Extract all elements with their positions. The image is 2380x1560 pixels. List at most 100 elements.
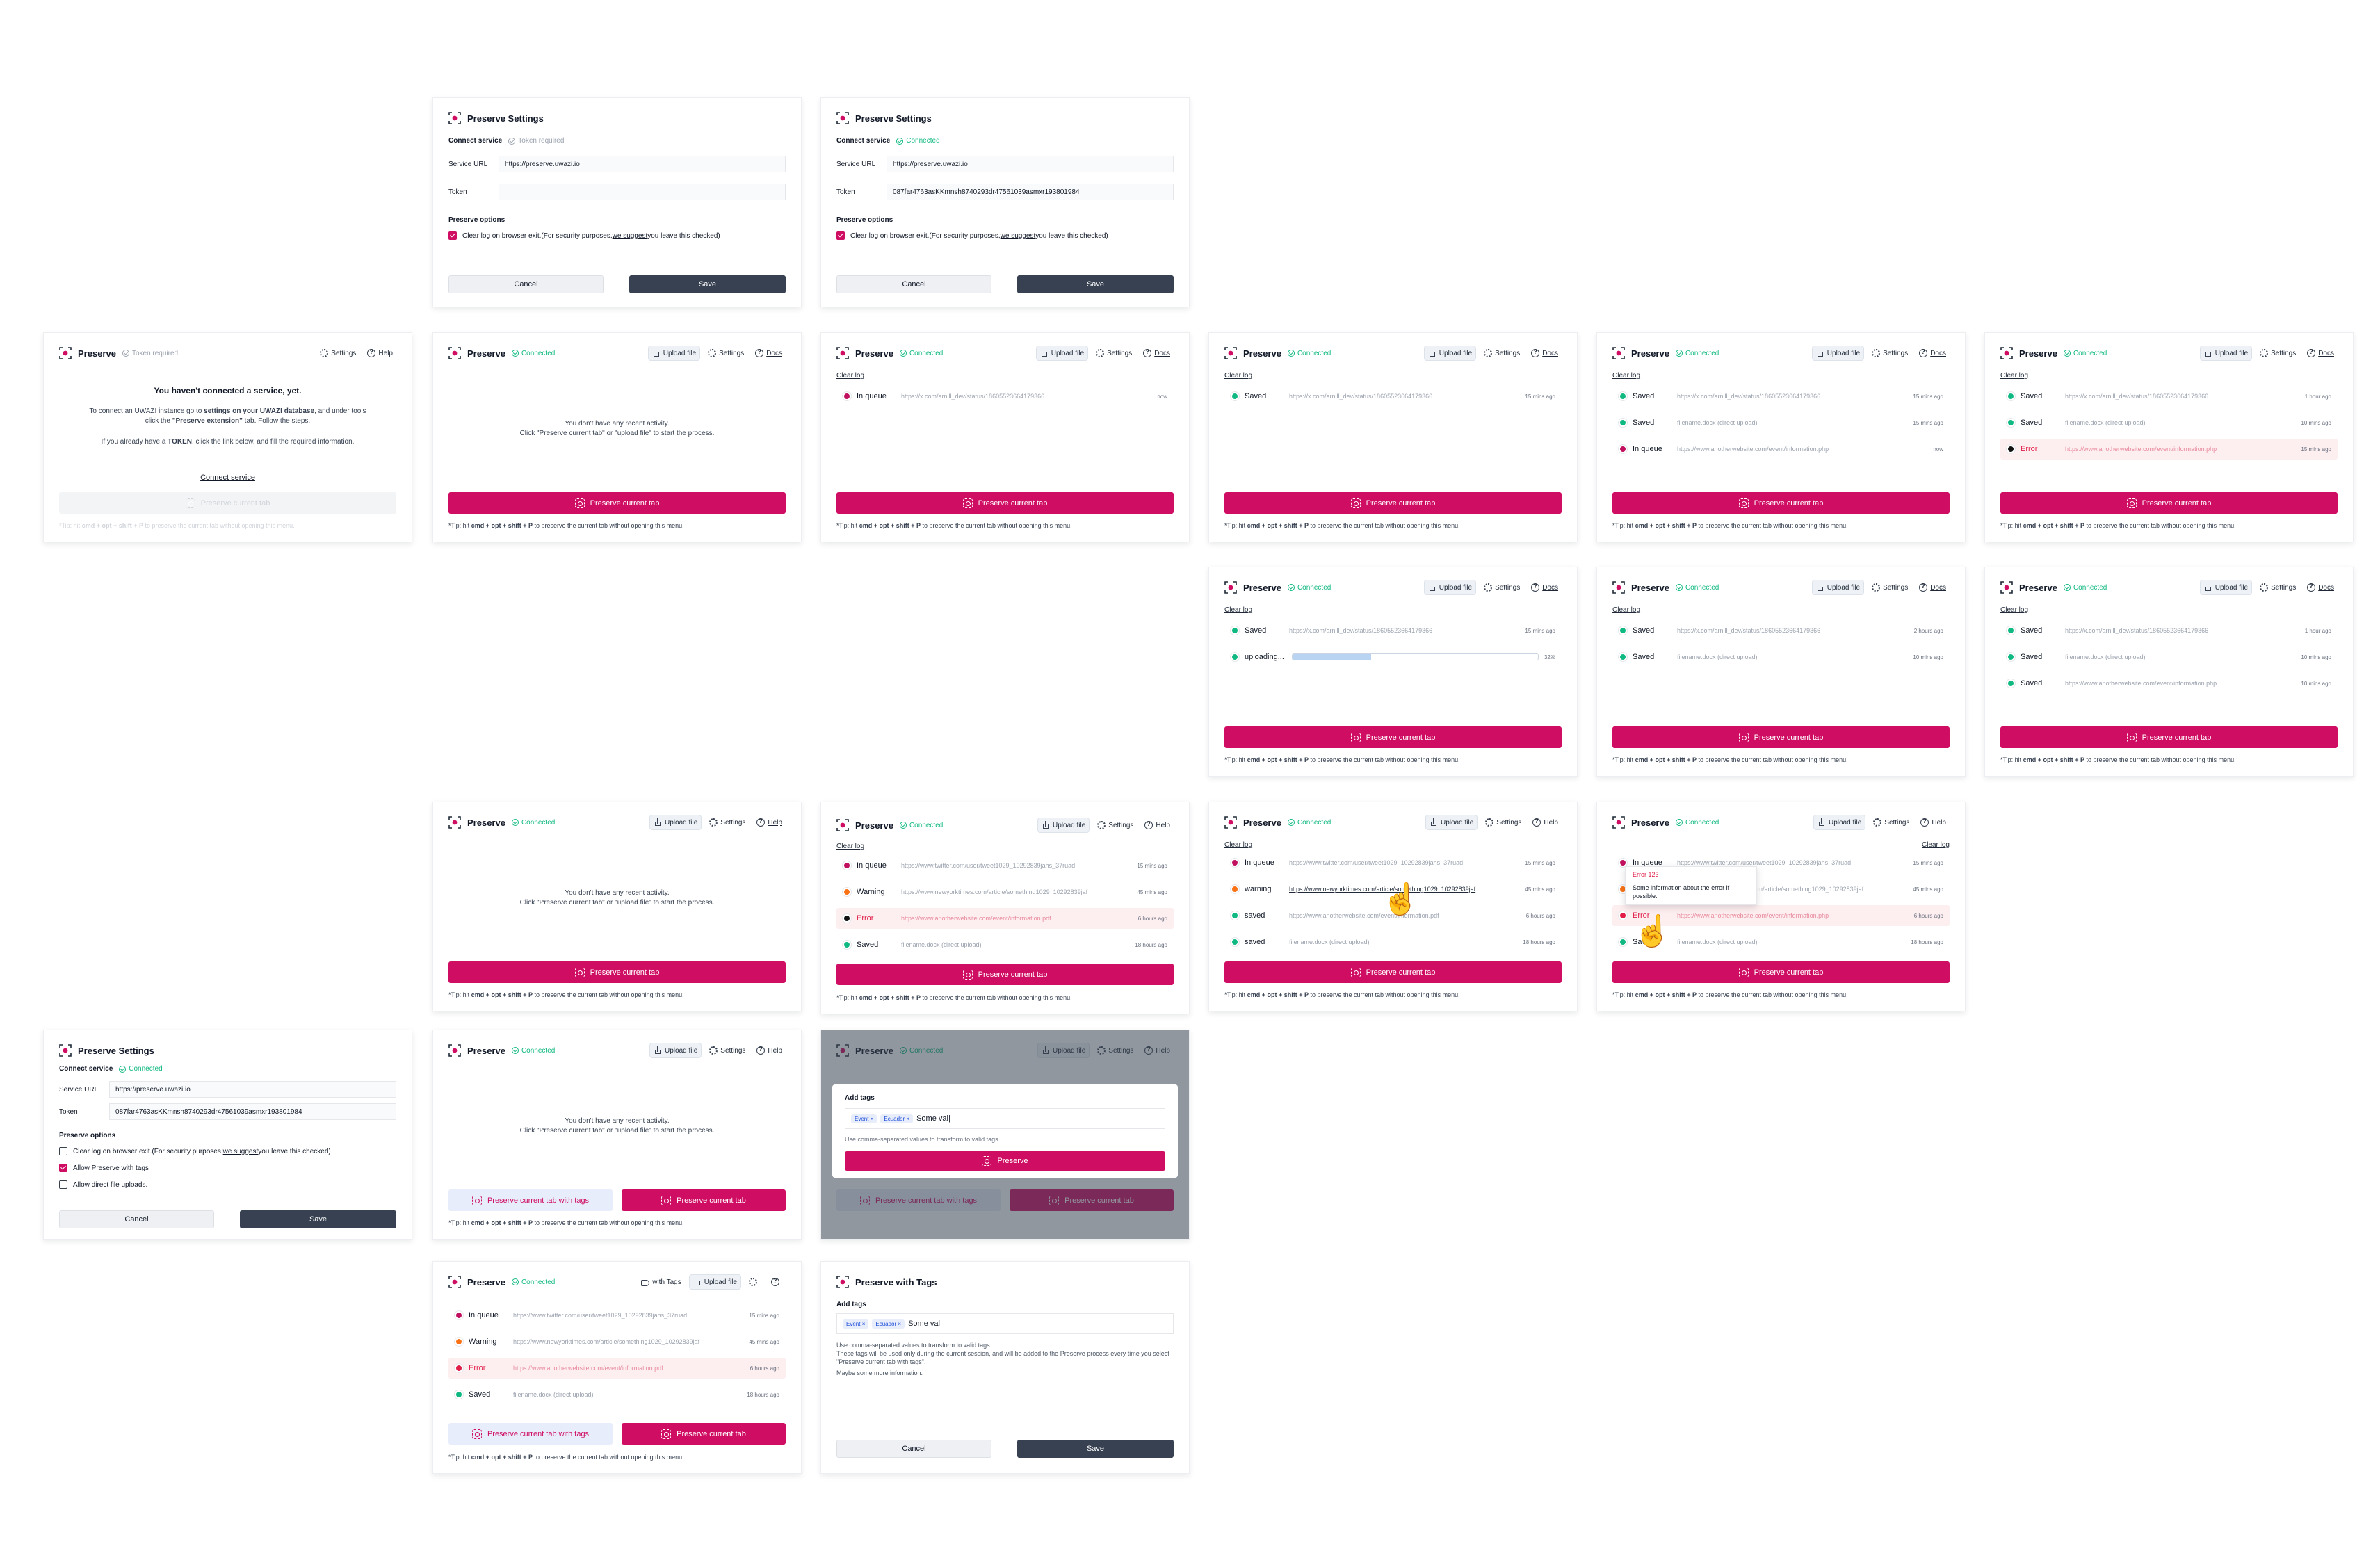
docs-button[interactable]: Docs [1528, 580, 1562, 594]
clear-log-option[interactable]: Clear log on browser exit. (For security… [448, 231, 720, 240]
checkbox[interactable] [59, 1164, 67, 1172]
settings-button[interactable]: Settings [1480, 580, 1523, 594]
token-input[interactable] [499, 184, 786, 200]
clear-log-link[interactable]: Clear log [1224, 841, 1252, 849]
upload-file-button[interactable]: Upload file [649, 1043, 702, 1058]
tags-input[interactable]: Event × Ecuador × Some val | [845, 1108, 1165, 1129]
settings-button[interactable]: Settings [2256, 580, 2299, 594]
tags-input[interactable]: Event × Ecuador × Some val | [836, 1313, 1174, 1334]
preserve-current-tab-button[interactable]: Preserve current tab [1224, 961, 1562, 983]
upload-file-button[interactable]: Upload file [2199, 346, 2253, 361]
help-button[interactable]: Help [1529, 815, 1562, 829]
preserve-current-tab-button[interactable]: Preserve current tab [1612, 492, 1950, 514]
save-button[interactable]: Save [629, 275, 786, 293]
docs-button[interactable]: Docs [1528, 346, 1562, 360]
upload-file-button[interactable]: Upload file [647, 346, 701, 361]
settings-button[interactable]: Settings [316, 346, 359, 360]
save-button[interactable]: Save [1017, 275, 1174, 293]
help-button[interactable]: Help [364, 346, 396, 360]
upload-file-button[interactable]: Upload file [1813, 815, 1866, 830]
clear-log-link[interactable]: Clear log [836, 372, 864, 380]
connect-service-link[interactable]: Connect service [44, 473, 412, 482]
clear-log-link[interactable]: Clear log [1224, 372, 1252, 380]
service-url-input[interactable]: https://preserve.uwazi.io [887, 156, 1174, 172]
settings-button[interactable]: Settings [1094, 818, 1137, 832]
allow-upload-option[interactable]: Allow direct file uploads. [59, 1180, 147, 1189]
log-row-error[interactable]: Error https://www.anotherwebsite.com/even… [836, 908, 1174, 929]
cancel-button[interactable]: Cancel [59, 1210, 214, 1228]
clear-log-option[interactable]: Clear log on browser exit. (For security… [836, 231, 1108, 240]
tag-chip[interactable]: Ecuador × [872, 1319, 905, 1329]
upload-file-button[interactable]: Upload file [1425, 815, 1478, 830]
cancel-button[interactable]: Cancel [836, 275, 991, 293]
help-button[interactable]: Help [1141, 818, 1174, 832]
settings-button[interactable] [745, 1275, 763, 1289]
checkbox[interactable] [836, 231, 845, 240]
upload-file-button[interactable]: Upload file [2199, 580, 2253, 595]
token-input[interactable]: 087far4763asKKmnsh8740293dr47561039asmxr… [887, 184, 1174, 200]
preserve-with-tags-button[interactable]: Preserve current tab with tags [448, 1189, 613, 1211]
clear-log-link[interactable]: Clear log [836, 843, 864, 850]
checkbox[interactable] [59, 1180, 67, 1189]
upload-file-button[interactable]: Upload file [1811, 346, 1865, 361]
checkbox[interactable] [59, 1147, 67, 1155]
service-url-input[interactable]: https://preserve.uwazi.io [109, 1081, 396, 1098]
upload-file-button[interactable]: Upload file [1035, 346, 1089, 361]
preserve-current-tab-button[interactable]: Preserve current tab [622, 1423, 786, 1445]
service-url-input[interactable]: https://preserve.uwazi.io [499, 156, 786, 172]
settings-button[interactable]: Settings [1092, 346, 1135, 360]
suggest-link[interactable]: we suggest [223, 1148, 259, 1155]
preserve-current-tab-button[interactable]: Preserve current tab [622, 1189, 786, 1211]
suggest-link[interactable]: we suggest [1001, 232, 1036, 240]
token-input[interactable]: 087far4763asKKmnsh8740293dr47561039asmxr… [109, 1103, 396, 1120]
tag-chip[interactable]: Event × [851, 1114, 877, 1123]
docs-button[interactable]: Docs [1916, 580, 1950, 594]
allow-tags-option[interactable]: Allow Preserve with tags [59, 1164, 149, 1172]
cancel-button[interactable]: Cancel [448, 275, 604, 293]
preserve-current-tab-button[interactable]: Preserve current tab [448, 961, 786, 983]
preserve-current-tab-button[interactable]: Preserve current tab [2000, 492, 2338, 514]
clear-log-link[interactable]: Clear log [1612, 372, 1640, 380]
preserve-current-tab-button[interactable]: Preserve current tab [1612, 961, 1950, 983]
settings-button[interactable]: Settings [704, 346, 747, 360]
upload-file-button[interactable]: Upload file [1037, 818, 1090, 833]
docs-button[interactable]: Docs [1916, 346, 1950, 360]
preserve-current-tab-button[interactable]: Preserve current tab [448, 492, 786, 514]
settings-button[interactable]: Settings [1482, 815, 1525, 829]
docs-button[interactable]: Docs [752, 346, 786, 360]
clear-log-link[interactable]: Clear log [1922, 841, 1950, 849]
help-button[interactable]: Help [1917, 815, 1950, 829]
log-row-error[interactable]: Error https://www.anotherwebsite.com/even… [2000, 439, 2338, 460]
checkbox[interactable] [448, 231, 457, 240]
cancel-button[interactable]: Cancel [836, 1440, 991, 1458]
suggest-link[interactable]: we suggest [613, 232, 648, 240]
clear-log-link[interactable]: Clear log [2000, 372, 2028, 380]
help-button[interactable]: Help [753, 815, 786, 829]
docs-button[interactable]: Docs [2304, 346, 2338, 360]
tag-chip[interactable]: Event × [843, 1319, 869, 1329]
preserve-current-tab-button[interactable]: Preserve current tab [1224, 492, 1562, 514]
tag-chip[interactable]: Ecuador × [880, 1114, 914, 1123]
preserve-with-tags-button[interactable]: Preserve current tab with tags [448, 1423, 613, 1445]
preserve-current-tab-button[interactable]: Preserve current tab [1612, 726, 1950, 748]
settings-button[interactable]: Settings [1870, 815, 1913, 829]
preserve-button[interactable]: Preserve [845, 1151, 1165, 1171]
upload-file-button[interactable]: Upload file [1811, 580, 1865, 595]
save-button[interactable]: Save [1017, 1440, 1174, 1458]
clear-log-link[interactable]: Clear log [1224, 606, 1252, 614]
settings-button[interactable]: Settings [1480, 346, 1523, 360]
upload-file-button[interactable]: Upload file [688, 1274, 741, 1290]
docs-button[interactable]: Docs [2304, 580, 2338, 594]
settings-button[interactable]: Settings [1868, 580, 1911, 594]
preserve-current-tab-button[interactable]: Preserve current tab [836, 492, 1174, 514]
help-button[interactable]: Help [753, 1043, 786, 1057]
settings-button[interactable]: Settings [706, 1043, 749, 1057]
clear-log-link[interactable]: Clear log [2000, 606, 2028, 614]
with-tags-button[interactable]: with Tags [638, 1276, 685, 1289]
settings-button[interactable]: Settings [1868, 346, 1911, 360]
clear-log-link[interactable]: Clear log [1612, 606, 1640, 614]
docs-button[interactable]: Docs [1140, 346, 1174, 360]
preserve-current-tab-button[interactable]: Preserve current tab [2000, 726, 2338, 748]
clear-log-option[interactable]: Clear log on browser exit. (For security… [59, 1147, 331, 1155]
upload-file-button[interactable]: Upload file [1423, 346, 1477, 361]
